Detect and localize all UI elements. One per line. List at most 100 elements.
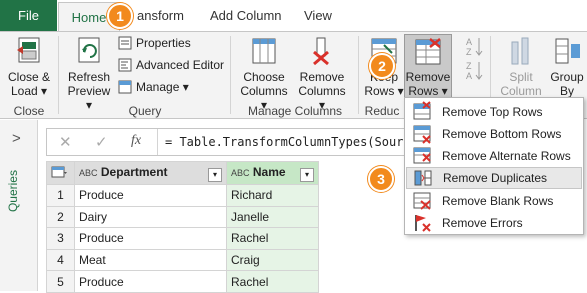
column-name-department: Department: [100, 164, 168, 179]
tab-file[interactable]: File: [0, 0, 57, 31]
column-header-department[interactable]: ABC Department ▾: [74, 161, 227, 185]
properties-button[interactable]: Properties: [118, 36, 191, 50]
column-name-name: Name: [252, 164, 286, 179]
type-abc-icon[interactable]: ABC: [231, 168, 250, 178]
group-label-close: Close: [13, 104, 45, 118]
close-load-label-line2: Load ▾: [10, 84, 48, 98]
formula-bar: ✕ ✓ fx = Table.TransformColumnTypes(Sour…: [46, 128, 425, 156]
remove-top-rows-icon: [413, 101, 431, 120]
row-index: 2: [46, 205, 75, 229]
svg-text:Z: Z: [466, 61, 472, 71]
formula-divider: [157, 129, 158, 155]
close-load-icon: [17, 37, 40, 63]
cell-name[interactable]: Janelle: [226, 205, 319, 229]
group-by-icon: [555, 38, 580, 64]
menu-item-remove-alternate-rows[interactable]: Remove Alternate Rows: [406, 145, 582, 167]
grid-header-row: ABC Department ▾ ABC Name ▾: [46, 161, 319, 185]
formula-input[interactable]: = Table.TransformColumnTypes(Source,: [165, 135, 425, 149]
menu-item-label: Remove Errors: [442, 216, 523, 230]
menu-item-remove-bottom-rows[interactable]: Remove Bottom Rows: [406, 123, 582, 145]
table-row[interactable]: 2 Dairy Janelle: [46, 205, 319, 229]
tab-transform[interactable]: ansform: [137, 0, 184, 31]
formula-cancel-icon[interactable]: ✕: [59, 133, 72, 151]
menu-item-label: Remove Duplicates: [443, 171, 548, 185]
choose-columns-label-line1: Choose: [243, 70, 285, 84]
tab-add-column[interactable]: Add Column: [210, 0, 282, 31]
choose-columns-icon: [252, 38, 276, 64]
cell-department[interactable]: Produce: [74, 227, 227, 250]
row-index: 1: [46, 184, 75, 207]
remove-columns-label-line1: Remove: [299, 70, 345, 84]
table-row[interactable]: 4 Meat Craig: [46, 248, 319, 272]
table-row[interactable]: 5 Produce Rachel: [46, 270, 319, 293]
manage-icon: [118, 80, 132, 94]
remove-rows-label-line2: Rows ▾: [408, 84, 448, 98]
cell-department[interactable]: Produce: [74, 270, 227, 293]
menu-item-remove-blank-rows[interactable]: Remove Blank Rows: [406, 190, 582, 212]
fx-icon[interactable]: fx: [131, 133, 141, 149]
remove-rows-menu: Remove Top Rows Remove Bottom Rows Remov…: [404, 97, 584, 235]
cell-department[interactable]: Meat: [74, 248, 227, 272]
group-separator: [230, 36, 231, 114]
manage-button[interactable]: Manage ▾: [118, 80, 189, 94]
data-grid: ABC Department ▾ ABC Name ▾ 1 Produce Ri…: [46, 161, 319, 293]
keep-rows-label-line2: Rows ▾: [364, 84, 404, 98]
cell-name[interactable]: Richard: [226, 184, 319, 207]
split-column-label-line1: Split: [509, 70, 533, 84]
cell-name[interactable]: Rachel: [226, 227, 319, 250]
formula-commit-icon[interactable]: ✓: [95, 133, 108, 151]
remove-columns-button[interactable]: Remove Columns ▾: [294, 36, 350, 112]
sort-ascending-icon[interactable]: A Z: [466, 36, 484, 58]
close-load-button[interactable]: Close & Load ▾: [6, 36, 52, 100]
remove-rows-button[interactable]: Remove Rows ▾: [404, 34, 452, 100]
tab-view[interactable]: View: [304, 0, 332, 31]
cell-name[interactable]: Rachel: [226, 270, 319, 293]
properties-label: Properties: [136, 36, 191, 50]
group-label-manage-columns: Manage Columns: [247, 104, 343, 118]
expand-queries-chevron-icon[interactable]: >: [12, 130, 21, 147]
choose-columns-button[interactable]: Choose Columns ▾: [236, 36, 292, 112]
refresh-icon: [78, 37, 100, 63]
table-row[interactable]: 1 Produce Richard: [46, 184, 319, 207]
group-by-button[interactable]: Group By: [548, 36, 586, 100]
filter-dropdown-icon[interactable]: ▾: [208, 167, 222, 182]
svg-text:A: A: [466, 71, 472, 81]
advanced-editor-button[interactable]: Advanced Editor: [118, 58, 224, 72]
properties-icon: [118, 36, 132, 50]
column-header-name[interactable]: ABC Name ▾: [226, 161, 319, 185]
sort-descending-icon[interactable]: Z A: [466, 60, 484, 82]
table-menu-icon[interactable]: [46, 161, 75, 185]
filter-dropdown-icon[interactable]: ▾: [300, 167, 314, 182]
menu-item-remove-duplicates[interactable]: Remove Duplicates: [406, 167, 582, 189]
row-index: 4: [46, 248, 75, 272]
ribbon-tab-bar: File Home ansform Add Column View: [0, 0, 587, 32]
menu-item-remove-top-rows[interactable]: Remove Top Rows: [406, 101, 582, 123]
refresh-preview-button[interactable]: Refresh Preview ▾: [64, 36, 114, 112]
row-index: 3: [46, 227, 75, 250]
remove-alternate-rows-icon: [413, 147, 431, 164]
remove-columns-icon: [313, 37, 329, 66]
group-by-label-line1: Group: [550, 70, 584, 84]
cell-name[interactable]: Craig: [226, 248, 319, 272]
cell-department[interactable]: Produce: [74, 184, 227, 207]
callout-badge-1: 1: [107, 3, 133, 29]
cell-department[interactable]: Dairy: [74, 205, 227, 229]
type-abc-icon[interactable]: ABC: [79, 168, 98, 178]
queries-label[interactable]: Queries: [6, 170, 20, 212]
close-load-label-line1: Close &: [7, 70, 51, 84]
group-label-query: Query: [128, 104, 162, 118]
refresh-label-line1: Refresh: [67, 70, 111, 84]
split-column-button[interactable]: Split Column ▾: [496, 36, 546, 112]
remove-blank-rows-icon: [413, 192, 431, 210]
remove-rows-icon: [415, 38, 441, 65]
queries-pane: > Queries: [0, 120, 38, 291]
group-separator: [58, 36, 59, 114]
table-row[interactable]: 3 Produce Rachel: [46, 227, 319, 250]
menu-item-label: Remove Top Rows: [442, 105, 543, 119]
group-by-label-line2: By: [559, 84, 574, 98]
group-separator: [358, 36, 359, 114]
menu-item-label: Remove Alternate Rows: [442, 149, 571, 163]
remove-bottom-rows-icon: [413, 125, 431, 144]
row-index: 5: [46, 270, 75, 293]
menu-item-remove-errors[interactable]: Remove Errors: [406, 212, 582, 234]
